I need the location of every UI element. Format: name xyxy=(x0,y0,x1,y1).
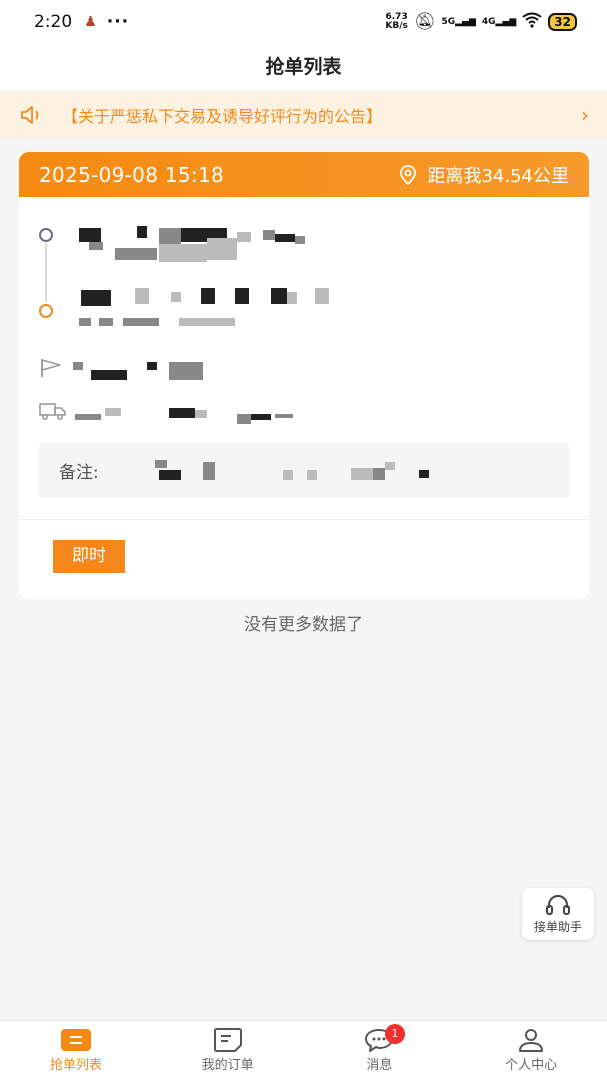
order-card-header: 2025-09-08 15:18 距离我34.54公里 xyxy=(19,152,589,197)
orders-icon xyxy=(213,1028,242,1052)
tab-my-orders[interactable]: 我的订单 xyxy=(152,1021,304,1080)
status-more: ··· xyxy=(106,12,130,32)
signal-sim1: 5G▂▄▆ xyxy=(441,17,476,27)
tab-label: 抢单列表 xyxy=(49,1058,102,1073)
route-line xyxy=(45,244,47,302)
speaker-icon xyxy=(21,106,39,124)
origin-dot-icon xyxy=(39,228,53,242)
order-route xyxy=(37,224,577,334)
tab-messages[interactable]: 消息 xyxy=(304,1021,456,1080)
remark-label: 备注: xyxy=(59,462,99,483)
order-card[interactable]: 2025-09-08 15:18 距离我34.54公里 备注: 即时 xyxy=(19,152,589,599)
mute-icon: 🔕︎ xyxy=(413,12,436,32)
chevron-right-icon: › xyxy=(581,103,589,127)
app-notification-icon: ♟ xyxy=(84,14,97,30)
destination-dot-icon xyxy=(39,304,53,318)
tab-label: 个人中心 xyxy=(505,1058,558,1073)
order-assistant-button[interactable]: 接单助手 xyxy=(522,888,594,940)
wifi-icon xyxy=(522,12,542,33)
remark-box: 备注: xyxy=(38,442,570,498)
tab-label: 我的订单 xyxy=(201,1058,254,1073)
bottom-tab-bar: 抢单列表 我的订单 消息 个人中心 xyxy=(0,1020,607,1080)
order-assistant-label: 接单助手 xyxy=(533,920,582,934)
notice-text: 【关于严惩私下交易及诱导好评行为的公告】 xyxy=(62,107,383,126)
tab-profile[interactable]: 个人中心 xyxy=(455,1021,607,1080)
location-pin-icon xyxy=(400,164,417,185)
instant-tag: 即时 xyxy=(53,540,125,573)
status-time: 2:20 xyxy=(34,12,73,32)
headset-icon xyxy=(546,895,570,915)
signal-sim2: 4G▂▄▆ xyxy=(481,17,517,27)
list-icon xyxy=(60,1029,91,1051)
page-title: 抢单列表 xyxy=(0,44,607,90)
order-datetime: 2025-09-08 15:18 xyxy=(39,162,225,187)
card-divider xyxy=(19,519,589,520)
tab-label: 消息 xyxy=(366,1058,393,1073)
net-speed: 6.73 KB/s xyxy=(385,12,408,31)
notice-bar[interactable]: 【关于严惩私下交易及诱导好评行为的公告】 › xyxy=(0,92,607,138)
message-badge: 1 xyxy=(385,1024,405,1044)
person-icon xyxy=(519,1029,544,1052)
order-distance: 距离我34.54公里 xyxy=(399,162,569,188)
battery-indicator: 32 xyxy=(548,13,577,31)
status-bar: 2:20 ♟ ··· 6.73 KB/s 🔕︎ 5G▂▄▆ 4G▂▄▆ 32 xyxy=(0,0,607,44)
flag-icon xyxy=(41,359,61,377)
tab-grab-list[interactable]: 抢单列表 xyxy=(0,1021,152,1080)
truck-icon xyxy=(39,403,66,420)
list-end-text: 没有更多数据了 xyxy=(244,615,363,635)
status-indicators: 6.73 KB/s 🔕︎ 5G▂▄▆ 4G▂▄▆ 32 xyxy=(385,12,577,33)
